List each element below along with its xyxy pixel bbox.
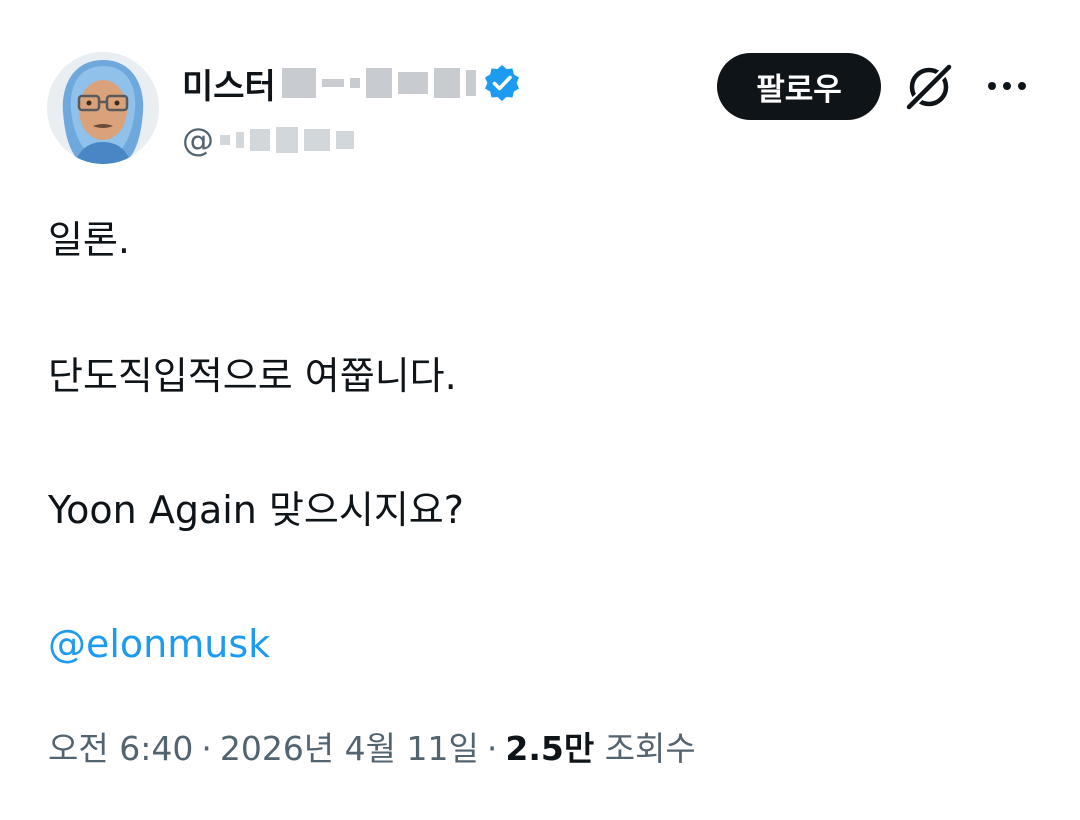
tweet-date[interactable]: 2026년 4월 11일 — [220, 729, 479, 768]
author-handle-row[interactable]: @ — [182, 118, 354, 162]
tweet-text-line-2: 단도직입적으로 여쭙니다. — [48, 354, 457, 398]
tweet-time[interactable]: 오전 6:40 — [48, 729, 193, 768]
grok-icon — [903, 61, 955, 113]
more-dots-icon — [1003, 82, 1011, 90]
views-label: 조회수 — [604, 729, 696, 768]
views-count[interactable]: 2.5만 — [505, 729, 594, 768]
tweet-meta: 오전 6:40 · 2026년 4월 11일 · 2.5만 조회수 — [48, 725, 696, 773]
avatar[interactable] — [47, 52, 159, 164]
author-display-name[interactable]: 미스터 — [182, 59, 276, 108]
more-dots-icon — [1018, 82, 1026, 90]
meta-separator: · — [486, 729, 498, 768]
author-name-row[interactable]: 미스터 — [182, 57, 522, 109]
avatar-memoji-icon — [47, 52, 159, 164]
grok-button[interactable] — [900, 58, 958, 116]
handle-prefix: @ — [182, 121, 214, 159]
verified-badge-icon — [484, 65, 519, 101]
follow-button[interactable]: 팔로우 — [717, 53, 881, 120]
tweet-text-line-3: Yoon Again 맞으시지요? — [48, 488, 464, 532]
meta-separator: · — [201, 729, 212, 768]
tweet-text-line-1: 일론. — [48, 218, 130, 262]
mention-link[interactable]: @elonmusk — [48, 620, 270, 668]
redacted-handle — [220, 127, 354, 153]
redacted-name — [281, 68, 476, 98]
more-options-button[interactable] — [980, 64, 1034, 108]
more-dots-icon — [988, 82, 996, 90]
